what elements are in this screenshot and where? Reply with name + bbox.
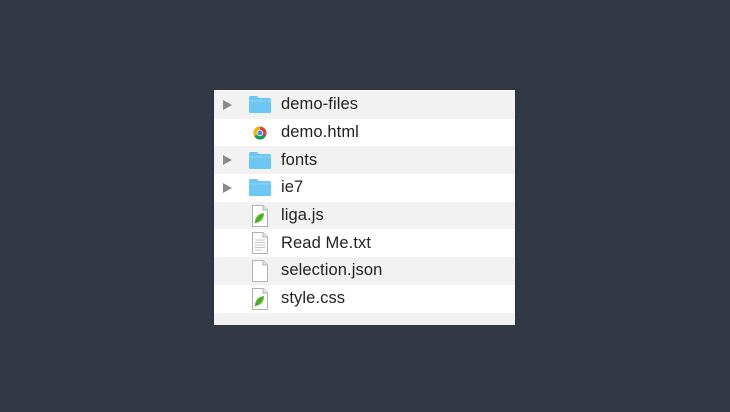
file-name: liga.js [281, 206, 324, 225]
disclosure-triangle-icon[interactable] [223, 99, 232, 110]
file-name: demo-files [281, 95, 359, 114]
file-name: fonts [281, 150, 318, 169]
folder-icon [247, 149, 273, 171]
empty-row [214, 312, 515, 325]
file-row-ie7[interactable]: ie7 [214, 174, 515, 202]
disclosure-triangle-icon[interactable] [223, 182, 232, 193]
file-row-style-css[interactable]: style.css [214, 285, 515, 313]
file-name: selection.json [281, 261, 383, 280]
file-name: style.css [281, 289, 346, 308]
text-document-icon [247, 232, 273, 255]
file-name: demo.html [281, 123, 359, 142]
file-row-fonts[interactable]: fonts [214, 146, 515, 175]
file-row-demo-files[interactable]: demo-files [214, 91, 515, 119]
file-row-read-me-txt[interactable]: Read Me.txt [214, 229, 515, 257]
disclosure-triangle-icon[interactable] [223, 155, 232, 166]
leaf-document-icon [247, 204, 273, 227]
file-name: ie7 [281, 178, 304, 197]
file-list: demo-files demo.html fonts ie7 liga.js R… [214, 90, 515, 325]
folder-icon [247, 177, 273, 199]
file-row-selection-json[interactable]: selection.json [214, 257, 515, 285]
file-name: Read Me.txt [281, 233, 372, 252]
blank-document-icon [247, 259, 273, 282]
file-row-liga-js[interactable]: liga.js [214, 201, 515, 230]
folder-icon [247, 94, 273, 116]
leaf-document-icon [247, 287, 273, 310]
chrome-document-icon [247, 122, 273, 144]
file-row-demo-html[interactable]: demo.html [214, 119, 515, 147]
